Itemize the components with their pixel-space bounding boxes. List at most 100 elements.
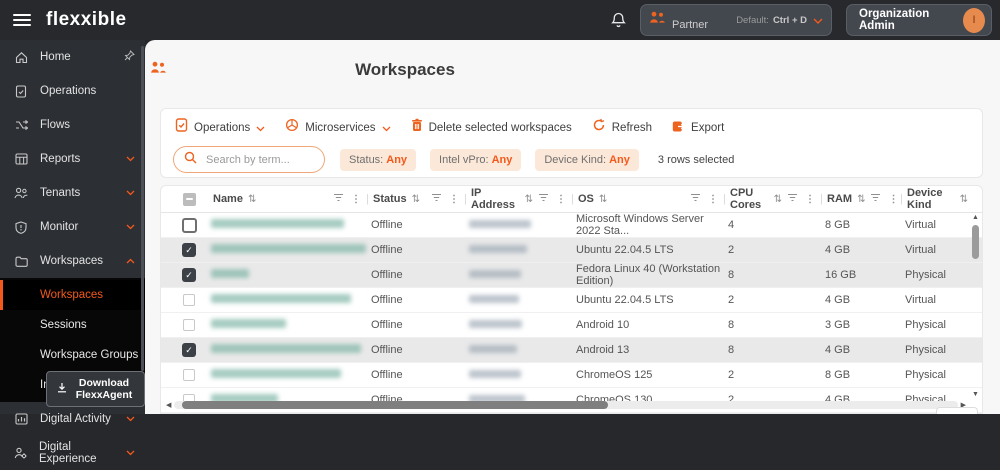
cell-name[interactable] — [211, 319, 371, 331]
sidebar-item-digital-activity[interactable]: Digital Activity — [0, 402, 145, 436]
partner-label: Partner — [672, 19, 709, 31]
account-menu[interactable]: Organization Admin I — [846, 4, 992, 36]
filter-chip-status-[interactable]: Status: Any — [340, 148, 417, 171]
notifications-bell-icon[interactable] — [611, 12, 626, 28]
redacted-ip — [469, 370, 521, 378]
sort-icon[interactable]: ⇅ — [525, 194, 533, 205]
cell-ip — [469, 294, 576, 306]
sort-icon[interactable]: ⇅ — [960, 194, 968, 205]
cell-status: Offline — [371, 294, 403, 306]
column-header-ram[interactable]: RAM ⇅ ⋮ | — [825, 186, 905, 212]
cell-status: Offline — [371, 344, 403, 356]
menu-icon[interactable] — [13, 11, 31, 29]
row-checkbox[interactable] — [183, 369, 195, 381]
cell-ip — [469, 319, 576, 331]
horizontal-scroll-thumb[interactable] — [182, 401, 609, 409]
table-row[interactable]: Offline Android 10 8 3 GB Physical — [161, 313, 982, 338]
filter-icon[interactable] — [870, 193, 881, 205]
sort-icon[interactable]: ⇅ — [857, 194, 865, 205]
table-row[interactable]: Offline Ubuntu 22.04.5 LTS 2 4 GB Virtua… — [161, 288, 982, 313]
cell-name[interactable] — [211, 244, 371, 256]
sidebar-item-monitor[interactable]: Monitor — [0, 210, 145, 244]
sort-icon[interactable]: ⇅ — [412, 194, 420, 205]
export-button[interactable]: Export — [672, 119, 724, 137]
column-menu-icon[interactable]: ⋮ — [351, 194, 361, 205]
operations-doc-icon — [175, 118, 188, 137]
scroll-left-icon[interactable]: ◀ — [166, 401, 171, 409]
microservices-button[interactable]: Microservices — [285, 118, 391, 137]
table-row[interactable]: ✓ Offline Fedora Linux 40 (Workstation E… — [161, 263, 982, 288]
sidebar-item-tenants[interactable]: Tenants — [0, 176, 145, 210]
operations-button[interactable]: Operations — [175, 118, 265, 137]
table-row[interactable]: Offline Microsoft Windows Server 2022 St… — [161, 213, 982, 238]
row-checkbox[interactable] — [181, 217, 197, 233]
filter-chip-intel-vpro-[interactable]: Intel vPro: Any — [430, 148, 522, 171]
sidebar-item-flows[interactable]: Flows — [0, 108, 145, 142]
row-checkbox[interactable] — [183, 319, 195, 331]
column-header-status[interactable]: Status ⇅ ⋮ | — [371, 186, 469, 212]
cell-name[interactable] — [211, 219, 371, 231]
cell-name[interactable] — [211, 294, 371, 306]
sidebar-subitem-workspaces[interactable]: Workspaces — [0, 280, 145, 310]
search-input[interactable] — [204, 152, 314, 167]
column-header-os[interactable]: OS ⇅ ⋮ | — [576, 186, 728, 212]
sidebar-item-operations[interactable]: Operations — [0, 74, 145, 108]
filter-icon[interactable] — [787, 193, 798, 205]
column-menu-icon[interactable]: ⋮ — [888, 194, 898, 205]
row-checkbox[interactable]: ✓ — [182, 343, 196, 357]
app-logo[interactable]: flexxible — [46, 9, 127, 31]
sidebar-item-reports[interactable]: Reports — [0, 142, 145, 176]
horizontal-scrollbar[interactable]: ◀ ▶ — [166, 400, 966, 410]
pin-sidebar-icon[interactable] — [124, 48, 135, 66]
row-checkbox[interactable] — [183, 294, 195, 306]
redacted-ip — [469, 270, 521, 278]
filter-chip-device-kind-[interactable]: Device Kind: Any — [535, 148, 639, 171]
sort-icon[interactable]: ⇅ — [774, 194, 782, 205]
filter-icon[interactable] — [538, 193, 549, 205]
filter-icon[interactable] — [431, 193, 442, 205]
chevron-down-icon — [126, 190, 135, 196]
column-menu-icon[interactable]: ⋮ — [805, 194, 815, 205]
column-header-ip-address[interactable]: IP Address ⇅ ⋮ | — [469, 186, 576, 212]
refresh-icon — [592, 118, 606, 137]
select-all-checkbox[interactable] — [182, 192, 196, 206]
vertical-scroll-thumb[interactable] — [972, 225, 979, 259]
chevron-down-icon — [813, 11, 823, 29]
sort-icon[interactable]: ⇅ — [599, 194, 607, 205]
column-header-cpu-cores[interactable]: CPU Cores ⇅ ⋮ | — [728, 186, 825, 212]
sidebar-item-digital-experience[interactable]: Digital Experience — [0, 436, 145, 470]
sidebar-item-workspaces[interactable]: Workspaces — [0, 244, 145, 278]
table-row[interactable]: ✓ Offline Android 13 8 4 GB Physical — [161, 338, 982, 363]
vertical-scrollbar[interactable]: ▲ ▼ — [970, 214, 981, 399]
column-menu-icon[interactable]: ⋮ — [449, 194, 459, 205]
cell-name[interactable] — [211, 269, 371, 281]
cell-ip — [469, 344, 576, 356]
row-checkbox[interactable]: ✓ — [182, 268, 196, 282]
refresh-button[interactable]: Refresh — [592, 118, 652, 137]
partner-selector[interactable]: Partner Default: Ctrl + D — [640, 4, 832, 36]
sidebar-subitem-workspace-groups[interactable]: Workspace Groups — [0, 340, 145, 370]
row-checkbox[interactable]: ✓ — [182, 243, 196, 257]
sidebar-scrollbar[interactable] — [141, 46, 144, 371]
delete-selected-workspaces-button[interactable]: Delete selected workspaces — [411, 118, 572, 137]
table-row[interactable]: ✓ Offline Ubuntu 22.04.5 LTS 2 4 GB Virt… — [161, 238, 982, 263]
cell-name[interactable] — [211, 344, 371, 356]
scroll-up-icon[interactable]: ▲ — [972, 214, 979, 222]
scroll-down-icon[interactable]: ▼ — [972, 391, 979, 399]
sort-icon[interactable]: ⇅ — [248, 194, 256, 205]
column-header-name[interactable]: Name ⇅ ⋮ | — [211, 186, 371, 212]
sidebar-item-home[interactable]: Home — [0, 40, 145, 74]
column-menu-icon[interactable]: ⋮ — [556, 194, 566, 205]
download-flexxagent-button[interactable]: Download FlexxAgent — [46, 371, 145, 407]
filter-icon[interactable] — [690, 193, 701, 205]
table-row[interactable]: Offline ChromeOS 125 2 8 GB Physical — [161, 363, 982, 388]
avatar[interactable]: I — [962, 7, 985, 33]
filter-icon[interactable] — [333, 193, 344, 205]
flows-icon — [14, 119, 28, 131]
redacted-name — [211, 219, 344, 228]
cell-name[interactable] — [211, 369, 371, 381]
operations-icon — [14, 84, 28, 98]
column-header-device-kind[interactable]: Device Kind ⇅ — [905, 186, 968, 212]
column-menu-icon[interactable]: ⋮ — [708, 194, 718, 205]
sidebar-subitem-sessions[interactable]: Sessions — [0, 310, 145, 340]
